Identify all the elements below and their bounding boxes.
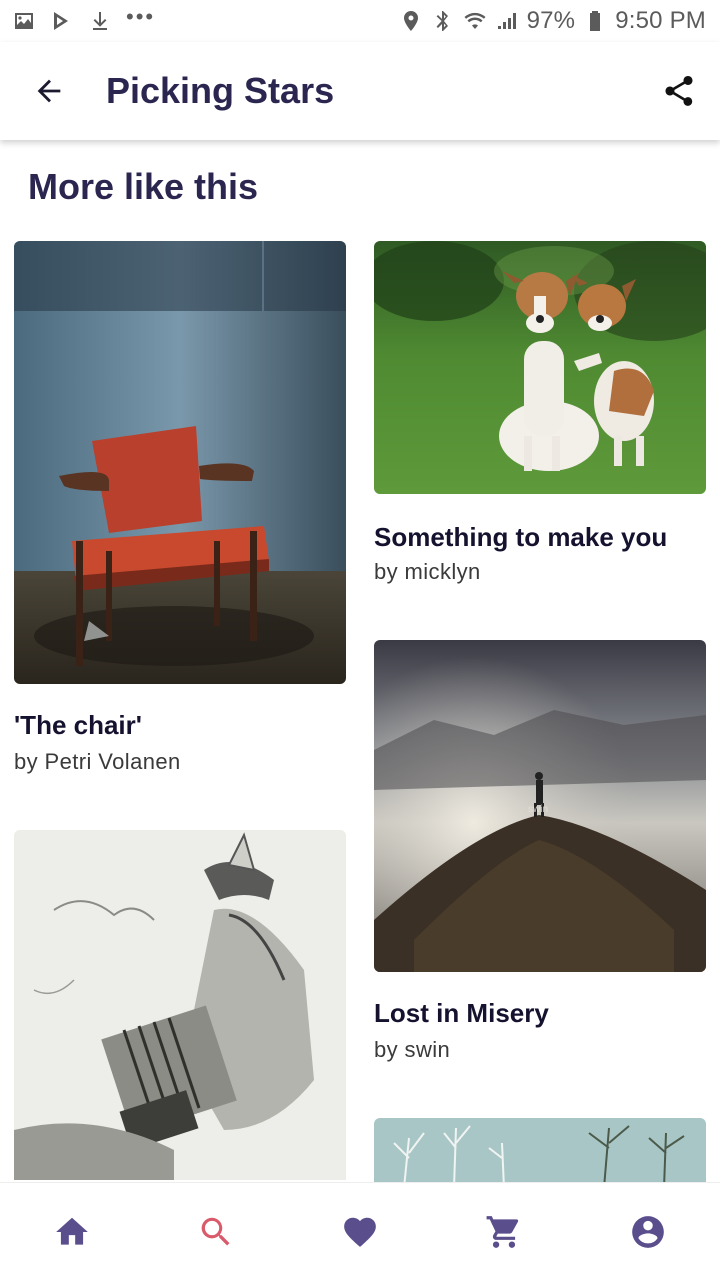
content-area[interactable]: More like this 'The chair' by Petri Vola… <box>0 140 720 1182</box>
artwork-card-misery[interactable]: swin Lost in Misery by swin <box>374 640 706 1063</box>
share-icon <box>665 76 693 106</box>
artwork-image-chair[interactable] <box>14 241 346 684</box>
status-right: 97% 9:50 PM <box>399 7 706 35</box>
more-dots-icon: ••• <box>126 4 156 29</box>
nav-home-button[interactable] <box>32 1192 112 1272</box>
artwork-title: Something to make you <box>374 522 668 552</box>
artwork-card-chair[interactable]: 'The chair' by Petri Volanen <box>14 241 346 775</box>
nav-favorites-button[interactable] <box>320 1192 400 1272</box>
nav-account-button[interactable] <box>608 1192 688 1272</box>
home-icon <box>56 1217 88 1245</box>
share-button[interactable] <box>644 56 714 126</box>
artwork-card-trees[interactable] <box>374 1118 706 1182</box>
status-left: ••• <box>12 4 155 33</box>
status-bar: ••• 97% 9:50 PM <box>0 0 720 42</box>
artwork-title: 'The chair' <box>14 710 142 740</box>
play-store-icon <box>50 9 74 33</box>
section-title: More like this <box>28 166 259 207</box>
battery-icon <box>583 9 607 33</box>
app-screen: ••• 97% 9:50 PM Picking Stars More like … <box>0 0 720 1280</box>
artwork-image-misery[interactable]: swin <box>374 640 706 972</box>
artwork-image-dogs[interactable] <box>374 241 706 494</box>
clock: 9:50 PM <box>615 7 706 34</box>
download-icon <box>88 9 112 33</box>
location-icon <box>399 9 423 33</box>
artwork-card-accordion[interactable] <box>14 830 346 1180</box>
account-icon <box>632 1215 664 1248</box>
bottom-nav <box>0 1182 720 1280</box>
nav-cart-button[interactable] <box>464 1192 544 1272</box>
arrow-back-icon <box>37 79 61 103</box>
signal-icon <box>495 9 519 33</box>
image-icon <box>12 9 36 33</box>
artwork-author: by micklyn <box>374 559 481 584</box>
wifi-icon <box>463 9 487 33</box>
artwork-author: by Petri Volanen <box>14 749 181 774</box>
heart-icon <box>344 1217 376 1247</box>
bluetooth-icon <box>431 9 455 33</box>
artwork-image-trees[interactable] <box>374 1118 706 1182</box>
page-title: Picking Stars <box>106 70 335 111</box>
artwork-image-accordion[interactable] <box>14 830 346 1180</box>
cart-icon <box>486 1215 519 1248</box>
artwork-author: by swin <box>374 1037 451 1062</box>
nav-search-button[interactable] <box>176 1192 256 1272</box>
watermark-text: swin <box>528 804 548 815</box>
search-icon <box>201 1217 230 1245</box>
artwork-title: Lost in Misery <box>374 998 549 1028</box>
artwork-card-dogs[interactable]: Something to make you by micklyn <box>374 241 706 585</box>
back-button[interactable] <box>14 56 84 126</box>
battery-percent: 97% <box>526 7 576 34</box>
app-bar: Picking Stars <box>0 42 720 140</box>
